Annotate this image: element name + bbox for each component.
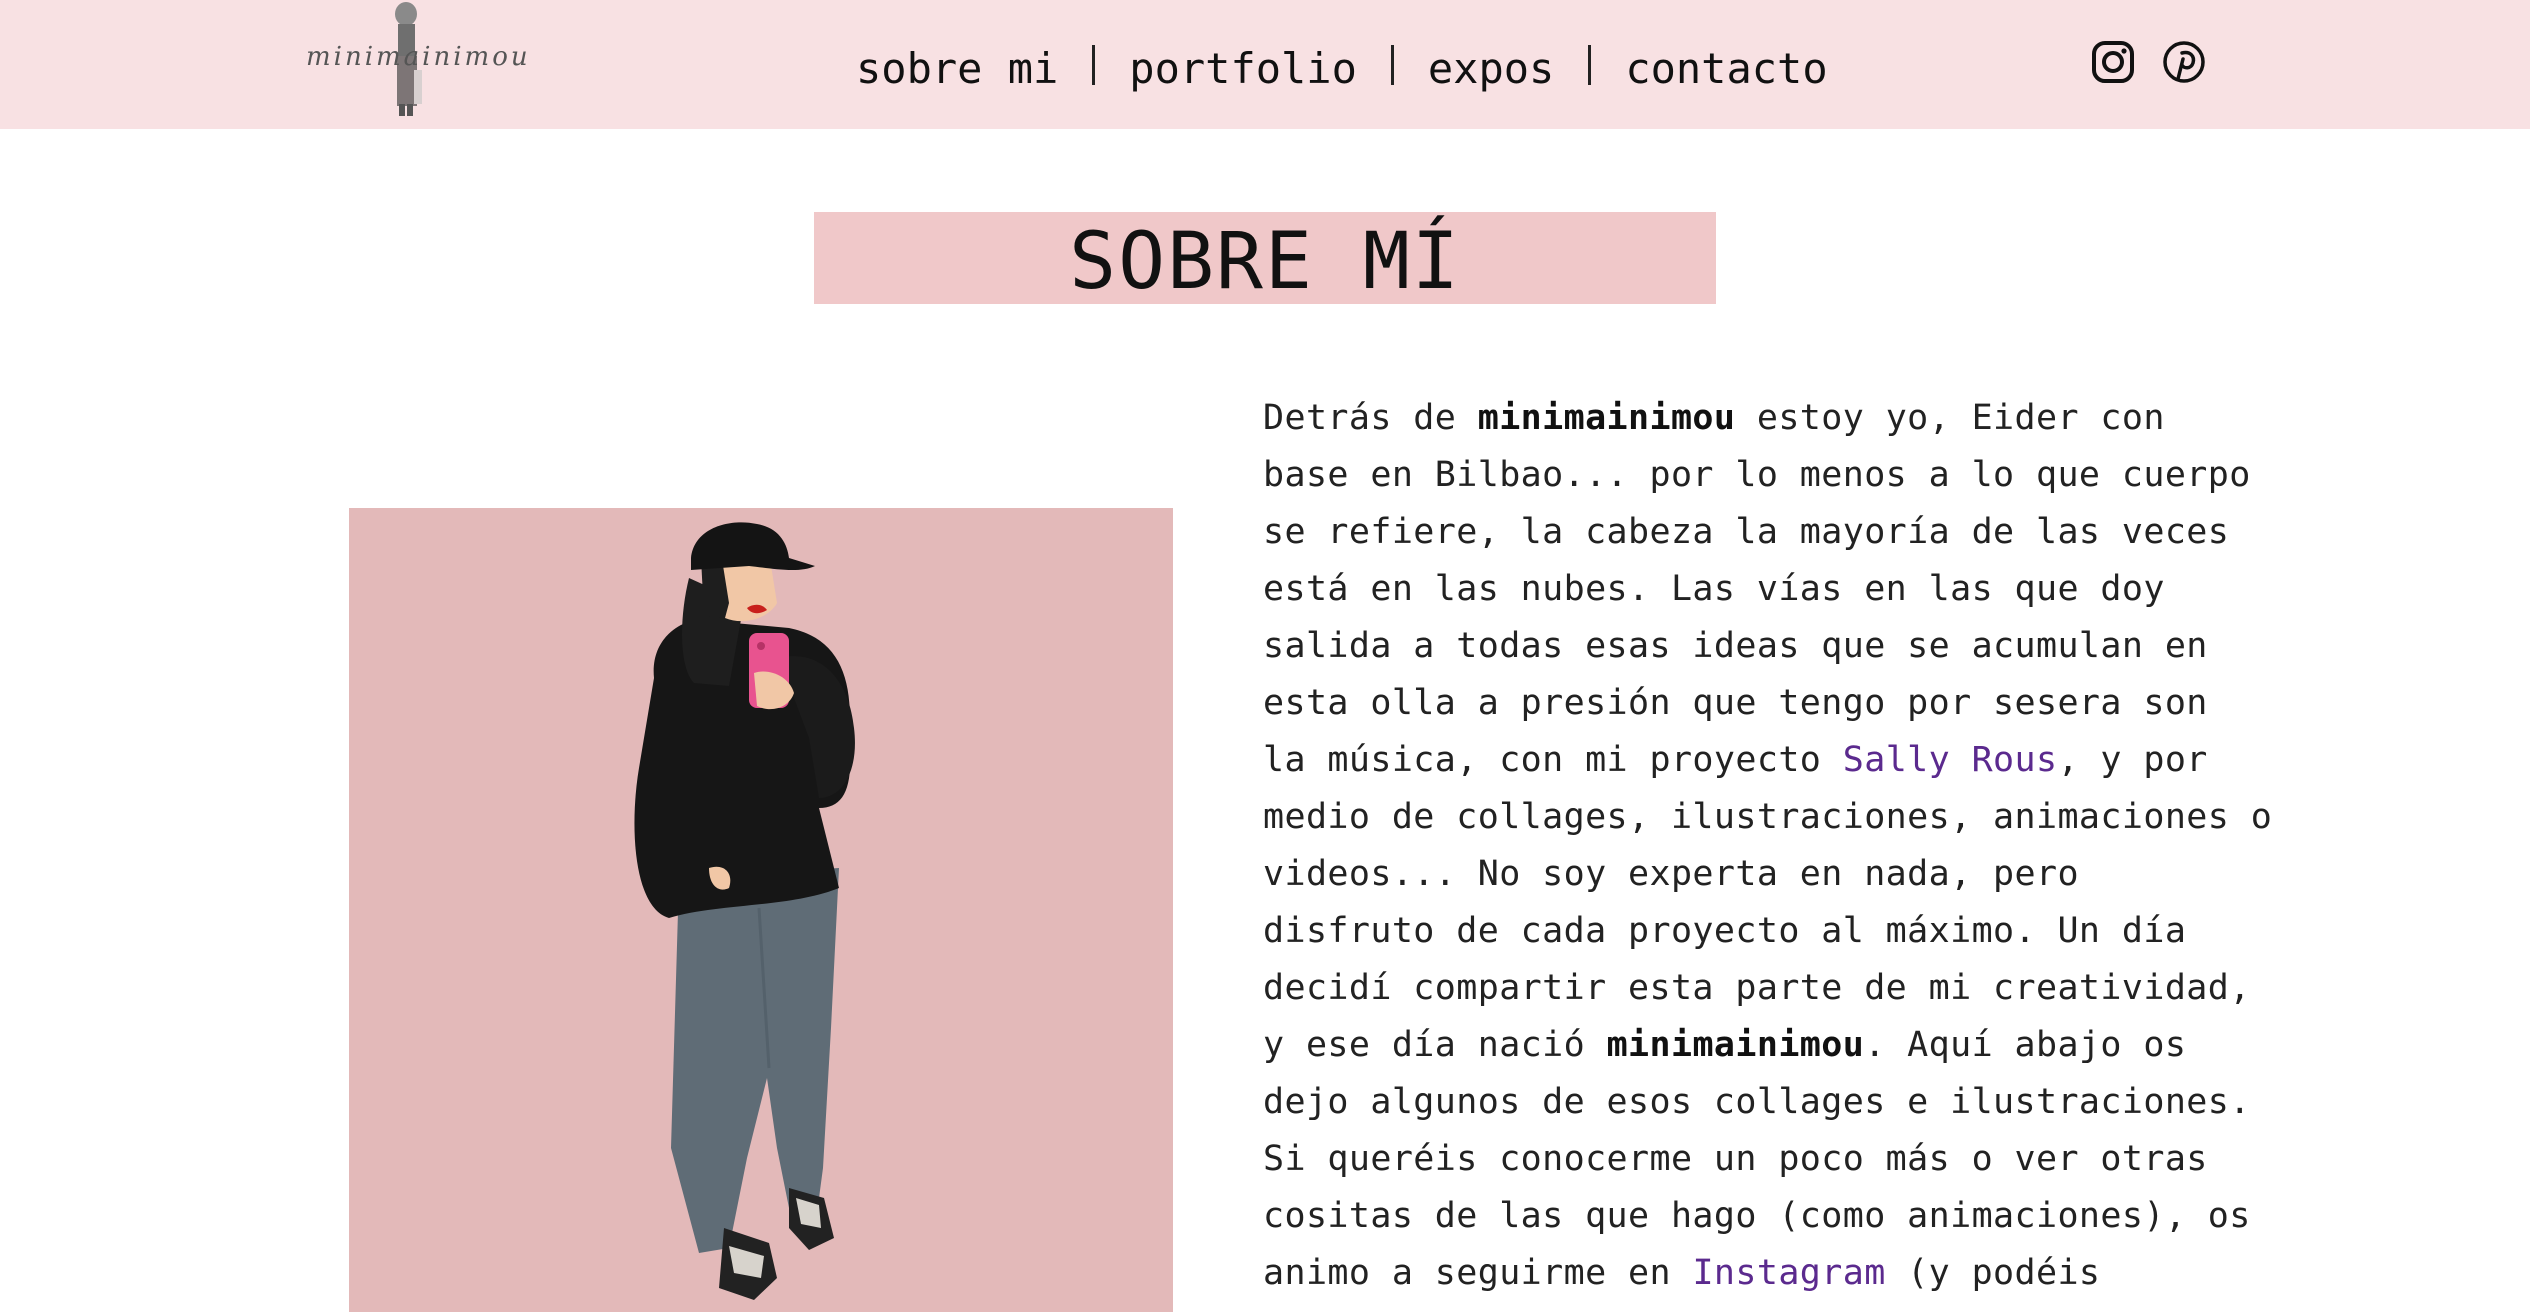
bio-text: la música, con mi proyecto: [1263, 740, 1843, 780]
pinterest-icon[interactable]: [2162, 40, 2206, 84]
brand-name: minimainimou: [1606, 1025, 1865, 1065]
brand-name: minimainimou: [1477, 398, 1736, 438]
site-header: minimainimou sobre mi portfolio expos co…: [0, 0, 2530, 129]
logo-text: minimainimou: [306, 42, 531, 72]
bio-text: y ese día nació: [1263, 1025, 1607, 1065]
nav-item-sobre-mi[interactable]: sobre mi: [856, 44, 1058, 93]
nav-item-contacto[interactable]: contacto: [1625, 44, 1827, 93]
site-logo[interactable]: minimainimou: [300, 0, 528, 122]
about-text: Detrás de minimainimou estoy yo, Eider c…: [1263, 390, 2293, 1302]
instagram-icon[interactable]: [2091, 40, 2135, 84]
bio-line: salida a todas esas ideas que se acumula…: [1263, 626, 2208, 666]
sally-rous-link[interactable]: Sally Rous: [1843, 740, 2058, 780]
bio-text: estoy yo, Eider con: [1735, 398, 2165, 438]
self-portrait-illustration: [349, 508, 1173, 1312]
portrait-figure: [634, 522, 855, 1300]
bio-line: medio de collages, ilustraciones, animac…: [1263, 797, 2273, 837]
nav-separator: [1390, 45, 1394, 85]
instagram-link[interactable]: Instagram: [1692, 1253, 1885, 1293]
nav-item-expos[interactable]: expos: [1428, 44, 1554, 93]
nav-separator: [1588, 45, 1592, 85]
nav-separator: [1092, 45, 1096, 85]
bio-line: Detrás de minimainimou estoy yo, Eider c…: [1263, 390, 2293, 447]
bio-line: decidí compartir esta parte de mi creati…: [1263, 968, 2251, 1008]
bio-line: se refiere, la cabeza la mayoría de las …: [1263, 512, 2230, 552]
bio-line: dejo algunos de esos collages e ilustrac…: [1263, 1082, 2251, 1122]
bio-line: videos... No soy experta en nada, pero: [1263, 854, 2079, 894]
bio-text: . Aquí abajo os: [1864, 1025, 2187, 1065]
bio-line: está en las nubes. Las vías en las que d…: [1263, 569, 2165, 609]
bio-line: la música, con mi proyecto Sally Rous, y…: [1263, 732, 2293, 789]
page-title: SOBRE MÍ: [1069, 217, 1461, 307]
bio-line: base en Bilbao... por lo menos a lo que …: [1263, 455, 2251, 495]
bio-line: disfruto de cada proyecto al máximo. Un …: [1263, 911, 2187, 951]
bio-text: Detrás de: [1263, 398, 1478, 438]
bio-line: Si queréis conocerme un poco más o ver o…: [1263, 1139, 2208, 1179]
bio-line: esta olla a presión que tengo por sesera…: [1263, 683, 2208, 723]
bio-line: y ese día nació minimainimou. Aquí abajo…: [1263, 1017, 2293, 1074]
bio-line: cositas de las que hago (como animacione…: [1263, 1196, 2251, 1236]
section-title-box: SOBRE MÍ: [814, 212, 1716, 307]
bio-text: animo a seguirme en: [1263, 1253, 1693, 1293]
bio-text: , y por: [2057, 740, 2208, 780]
main-nav: sobre mi portfolio expos contacto: [856, 38, 1828, 98]
bio-line: animo a seguirme en Instagram (y podéis: [1263, 1245, 2293, 1302]
nav-item-portfolio[interactable]: portfolio: [1129, 44, 1357, 93]
bio-text: (y podéis: [1885, 1253, 2101, 1293]
